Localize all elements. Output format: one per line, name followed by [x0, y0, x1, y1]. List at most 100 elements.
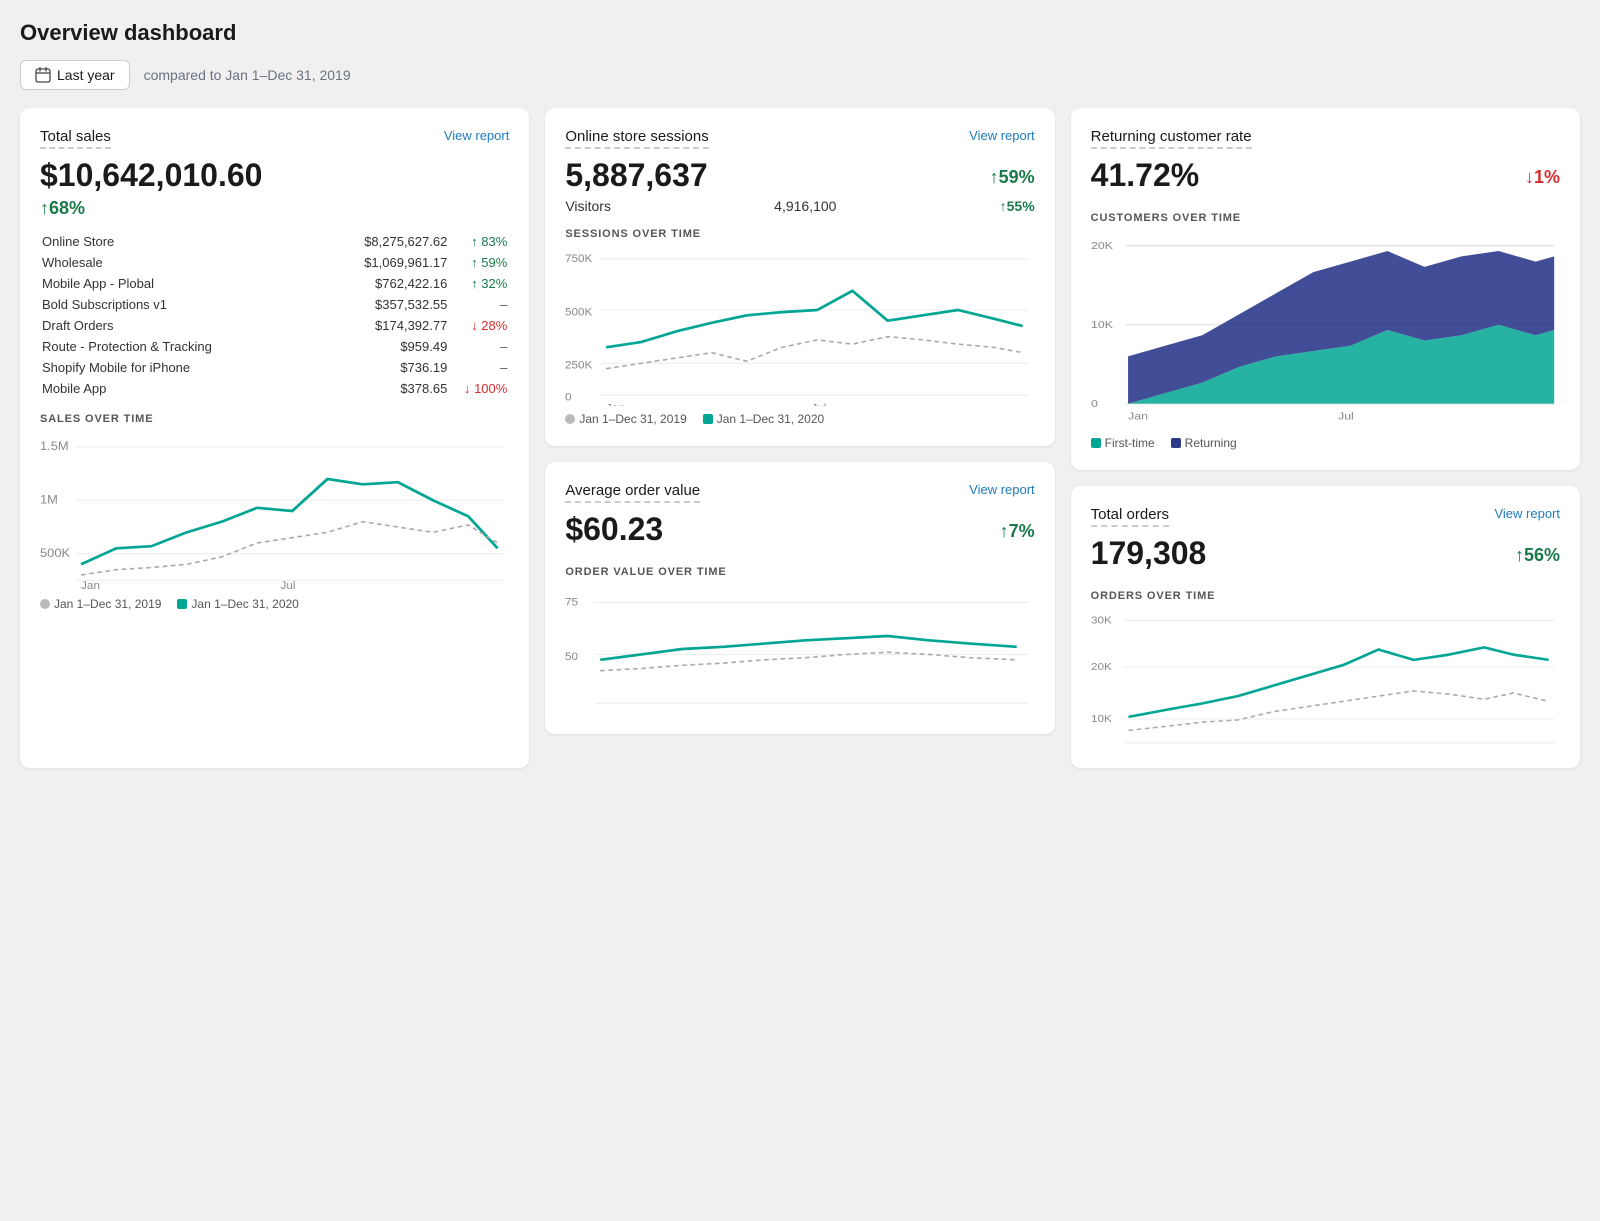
sales-table-row: Mobile App - Plobal $762,422.16 ↑ 32% — [40, 273, 509, 294]
order-value-chart: 75 50 — [565, 584, 1034, 714]
svg-text:20K: 20K — [1091, 241, 1113, 252]
sales-row-value: $959.49 — [313, 336, 450, 357]
sales-row-name: Online Store — [40, 231, 313, 252]
sales-row-pct: – — [449, 294, 509, 315]
date-bar: Last year compared to Jan 1–Dec 31, 2019 — [20, 60, 1580, 90]
svg-text:0: 0 — [1091, 399, 1098, 410]
online-sessions-view-report[interactable]: View report — [969, 128, 1035, 143]
total-orders-card: Total orders View report 179,308 56% ORD… — [1071, 486, 1580, 768]
visitors-label: Visitors — [565, 198, 611, 214]
sales-row-pct: ↓ 28% — [449, 315, 509, 336]
sales-row-name: Draft Orders — [40, 315, 313, 336]
sales-row-value: $1,069,961.17 — [313, 252, 450, 273]
sales-breakdown-table: Online Store $8,275,627.62 ↑ 83% Wholesa… — [40, 231, 509, 399]
sessions-chart-legend: Jan 1–Dec 31, 2019 Jan 1–Dec 31, 2020 — [565, 412, 1034, 426]
total-orders-title: Total orders — [1091, 506, 1169, 527]
avg-order-value: $60.23 — [565, 511, 663, 548]
sales-chart-legend: Jan 1–Dec 31, 2019 Jan 1–Dec 31, 2020 — [40, 597, 509, 611]
svg-text:0: 0 — [565, 392, 572, 403]
sales-row-pct: – — [449, 357, 509, 378]
online-sessions-title: Online store sessions — [565, 128, 708, 149]
svg-text:10K: 10K — [1091, 320, 1113, 331]
sales-row-name: Bold Subscriptions v1 — [40, 294, 313, 315]
sessions-chart-label: SESSIONS OVER TIME — [565, 228, 1034, 240]
sessions-chart: 750K 500K 250K 0 Jan Jul — [565, 246, 1034, 406]
sales-row-value: $357,532.55 — [313, 294, 450, 315]
customers-chart-legend: First-time Returning — [1091, 436, 1560, 450]
sales-table-row: Shopify Mobile for iPhone $736.19 – — [40, 357, 509, 378]
page-title: Overview dashboard — [20, 20, 1580, 46]
online-sessions-value: 5,887,637 — [565, 157, 707, 194]
svg-text:30K: 30K — [1091, 615, 1113, 626]
online-sessions-card: Online store sessions View report 5,887,… — [545, 108, 1054, 446]
total-sales-card: Total sales View report $10,642,010.60 6… — [20, 108, 529, 768]
svg-text:750K: 750K — [565, 253, 593, 264]
customers-chart-label: CUSTOMERS OVER TIME — [1091, 212, 1560, 224]
visitors-row: Visitors 4,916,100 55% — [565, 198, 1034, 214]
sales-row-pct: – — [449, 336, 509, 357]
returning-customer-value: 41.72% — [1091, 157, 1200, 194]
date-range-label: Last year — [57, 67, 115, 83]
total-orders-view-report[interactable]: View report — [1494, 506, 1560, 521]
sales-row-value: $378.65 — [313, 378, 450, 399]
sales-row-value: $8,275,627.62 — [313, 231, 450, 252]
avg-order-title: Average order value — [565, 482, 700, 503]
avg-order-view-report[interactable]: View report — [969, 482, 1035, 497]
sales-row-name: Mobile App — [40, 378, 313, 399]
legend-first-time: First-time — [1105, 436, 1155, 450]
orders-chart: 30K 20K 10K — [1091, 608, 1560, 748]
sales-table-row: Wholesale $1,069,961.17 ↑ 59% — [40, 252, 509, 273]
date-compare-text: compared to Jan 1–Dec 31, 2019 — [144, 67, 351, 83]
svg-text:Jan: Jan — [1128, 411, 1148, 422]
sales-row-value: $174,392.77 — [313, 315, 450, 336]
svg-text:500K: 500K — [40, 546, 71, 559]
dashboard-grid: Total sales View report $10,642,010.60 6… — [20, 108, 1580, 768]
sales-row-name: Shopify Mobile for iPhone — [40, 357, 313, 378]
visitors-value: 4,916,100 — [774, 198, 836, 214]
returning-customer-title: Returning customer rate — [1091, 128, 1252, 149]
svg-text:Jul: Jul — [812, 403, 827, 406]
avg-order-pct: 7% — [1000, 521, 1035, 542]
date-range-button[interactable]: Last year — [20, 60, 130, 90]
svg-text:10K: 10K — [1091, 714, 1113, 725]
svg-text:50: 50 — [565, 651, 578, 663]
total-sales-value: $10,642,010.60 — [40, 157, 509, 194]
calendar-icon — [35, 67, 51, 83]
sales-row-name: Mobile App - Plobal — [40, 273, 313, 294]
sales-row-pct: ↓ 100% — [449, 378, 509, 399]
svg-text:1M: 1M — [40, 493, 58, 506]
sales-row-pct: ↑ 32% — [449, 273, 509, 294]
sales-row-pct: ↑ 83% — [449, 231, 509, 252]
visitors-pct: 55% — [1000, 198, 1035, 214]
total-sales-pct: 68% — [40, 198, 509, 219]
svg-text:1.5M: 1.5M — [40, 440, 69, 453]
returning-customer-card: Returning customer rate 41.72% 1% CUSTOM… — [1071, 108, 1580, 470]
total-sales-title: Total sales — [40, 128, 111, 149]
customers-chart: 20K 10K 0 Jan Jul — [1091, 230, 1560, 430]
total-orders-value: 179,308 — [1091, 535, 1207, 572]
online-sessions-pct: 59% — [990, 167, 1035, 188]
sales-table-row: Bold Subscriptions v1 $357,532.55 – — [40, 294, 509, 315]
sales-row-value: $736.19 — [313, 357, 450, 378]
svg-text:75: 75 — [565, 597, 578, 609]
sales-row-name: Wholesale — [40, 252, 313, 273]
total-orders-pct: 56% — [1515, 545, 1560, 566]
sales-chart-label: SALES OVER TIME — [40, 413, 509, 425]
svg-text:Jan: Jan — [606, 403, 625, 406]
svg-text:Jul: Jul — [281, 580, 296, 591]
legend-returning: Returning — [1185, 436, 1237, 450]
sales-table-row: Mobile App $378.65 ↓ 100% — [40, 378, 509, 399]
total-sales-view-report[interactable]: View report — [444, 128, 510, 143]
svg-text:500K: 500K — [565, 307, 593, 318]
order-value-chart-label: ORDER VALUE OVER TIME — [565, 566, 1034, 578]
svg-text:250K: 250K — [565, 360, 593, 371]
svg-text:20K: 20K — [1091, 662, 1113, 673]
sales-chart: 1.5M 1M 500K Jan Jul — [40, 431, 509, 591]
sales-table-row: Route - Protection & Tracking $959.49 – — [40, 336, 509, 357]
returning-customer-pct: 1% — [1525, 167, 1560, 188]
sales-row-name: Route - Protection & Tracking — [40, 336, 313, 357]
sales-row-pct: ↑ 59% — [449, 252, 509, 273]
sales-row-value: $762,422.16 — [313, 273, 450, 294]
svg-text:Jul: Jul — [1338, 411, 1354, 422]
sales-table-row: Online Store $8,275,627.62 ↑ 83% — [40, 231, 509, 252]
